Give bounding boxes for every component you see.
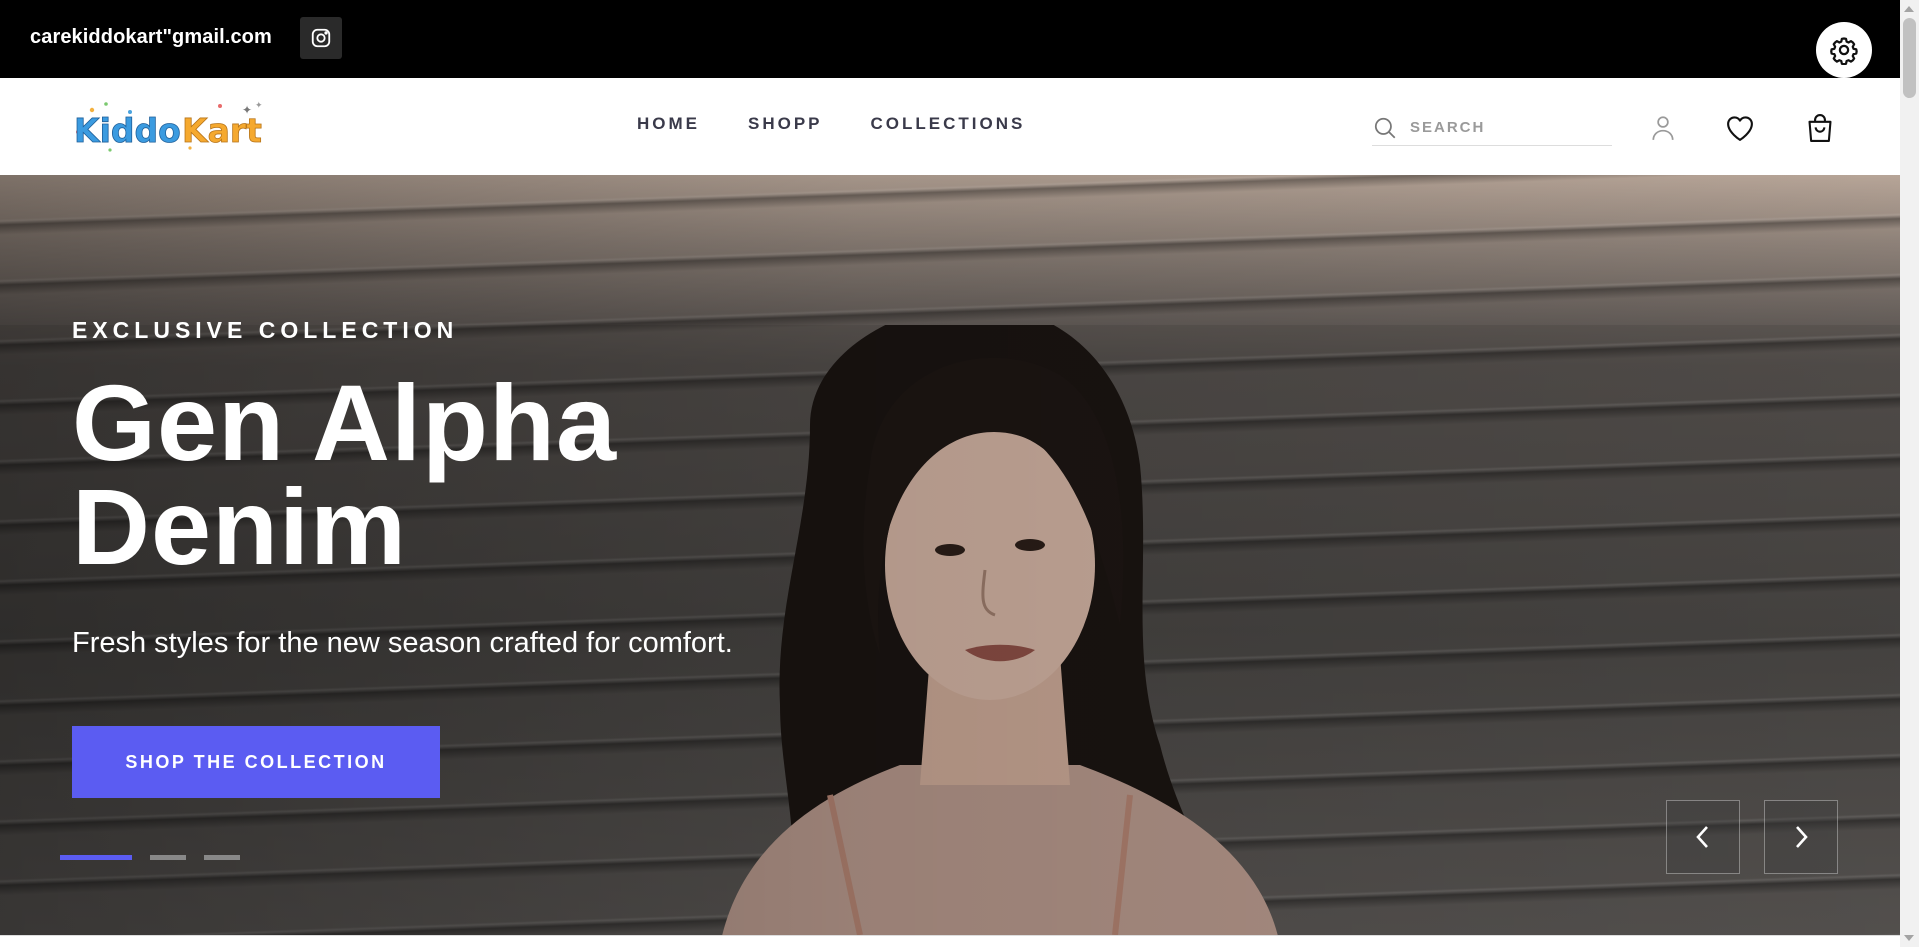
cart-button[interactable] <box>1802 110 1838 146</box>
hero-headline: Gen Alpha Denim <box>72 362 618 587</box>
user-icon <box>1652 116 1674 140</box>
next-slide-button[interactable] <box>1764 800 1838 874</box>
prev-slide-button[interactable] <box>1666 800 1740 874</box>
nav-shopp[interactable]: SHOPP <box>748 114 823 134</box>
logo-graphic: ✦ ✦ Kiddo Kart <box>74 101 263 152</box>
scrollbar-thumb[interactable] <box>1903 18 1916 98</box>
search-icon[interactable] <box>1372 115 1398 141</box>
svg-text:✦: ✦ <box>255 101 263 111</box>
hero-banner: EXCLUSIVE COLLECTION Gen Alpha Denim Fre… <box>0 175 1900 935</box>
shop-collection-button[interactable]: SHOP THE COLLECTION <box>72 726 440 798</box>
vertical-scrollbar[interactable] <box>1900 0 1919 947</box>
slide-dot-3[interactable] <box>204 855 240 860</box>
hero-eyebrow: EXCLUSIVE COLLECTION <box>72 317 459 343</box>
main-nav: HOME SHOPP COLLECTIONS <box>637 114 1073 134</box>
search-input[interactable] <box>1410 119 1600 136</box>
scroll-down-arrow[interactable] <box>1904 935 1914 941</box>
scroll-up-arrow[interactable] <box>1904 6 1914 12</box>
page-continuation <box>0 935 1900 947</box>
logo-kart-text: Kart <box>182 111 262 150</box>
account-button[interactable] <box>1645 110 1681 146</box>
top-bar: carekiddokart"gmail.com <box>0 0 1900 78</box>
instagram-icon <box>311 28 331 48</box>
heart-icon <box>1727 116 1753 141</box>
nav-home[interactable]: HOME <box>637 114 700 134</box>
chevron-right-icon <box>1796 826 1808 848</box>
slide-dot-1[interactable] <box>60 855 132 860</box>
search-box <box>1372 110 1612 146</box>
slide-dot-2[interactable] <box>150 855 186 860</box>
nav-collections[interactable]: COLLECTIONS <box>871 114 1026 134</box>
instagram-link[interactable] <box>300 17 342 59</box>
kiddokart-logo[interactable]: ✦ ✦ Kiddo Kart <box>70 98 270 154</box>
contact-email[interactable]: carekiddokart"gmail.com <box>30 26 272 49</box>
chevron-left-icon <box>1696 826 1708 848</box>
wishlist-button[interactable] <box>1722 110 1758 146</box>
gear-icon <box>1830 37 1858 65</box>
page: carekiddokart"gmail.com ✦ ✦ Kiddo Kart H… <box>0 0 1919 947</box>
slider-pagination <box>60 855 240 860</box>
settings-button[interactable] <box>1816 22 1872 78</box>
site-header: ✦ ✦ Kiddo Kart HOME SHOPP COLLECTIONS <box>0 78 1900 175</box>
hero-subtext: Fresh styles for the new season crafted … <box>72 627 733 659</box>
shopping-bag-icon <box>1808 114 1832 142</box>
logo-kiddo-text: Kiddo <box>74 111 181 150</box>
